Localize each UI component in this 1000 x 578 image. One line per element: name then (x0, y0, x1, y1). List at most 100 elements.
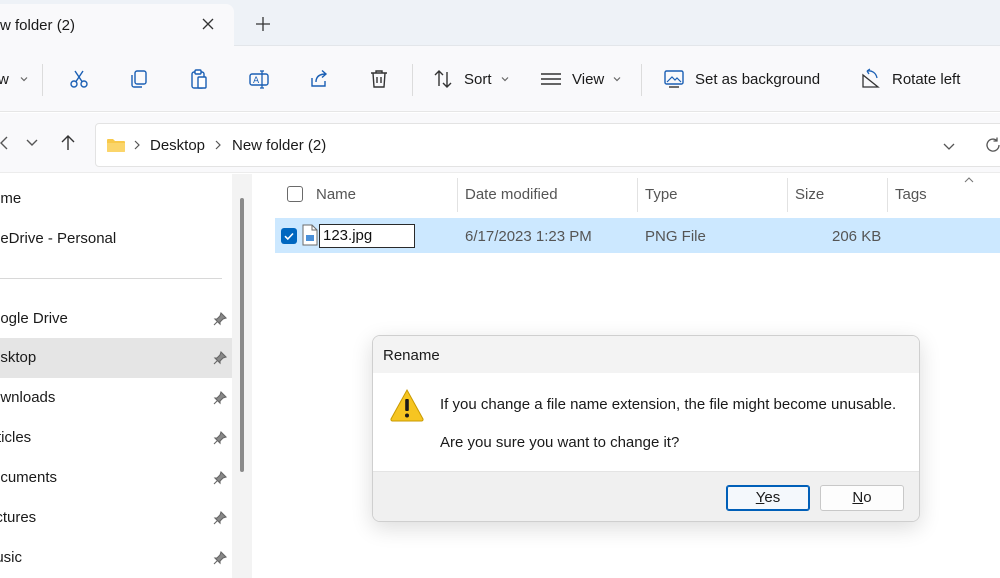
column-resize-handle[interactable] (787, 178, 788, 212)
scissors-icon (70, 70, 88, 88)
yes-button[interactable]: Yes (726, 485, 810, 511)
set-as-background-label: Set as background (695, 70, 821, 88)
chevron-down-icon (501, 77, 508, 82)
chevron-down-icon (20, 77, 28, 82)
column-header-size[interactable]: Size (795, 186, 824, 203)
sidebar-item-articles[interactable]: rticles (0, 418, 232, 458)
sidebar-scrollbar[interactable] (232, 174, 252, 578)
sidebar-item-documents[interactable]: ocuments (0, 458, 232, 498)
share-icon (311, 69, 328, 87)
copy-button[interactable] (128, 46, 150, 112)
rename-icon: A (249, 70, 269, 89)
column-header-name[interactable]: Name (316, 186, 356, 203)
select-all-checkbox[interactable] (287, 186, 303, 202)
row-checkbox[interactable] (281, 228, 297, 244)
scrollbar-thumb[interactable] (240, 198, 244, 472)
column-resize-handle[interactable] (457, 178, 458, 212)
folder-icon (107, 139, 125, 152)
rotate-left-label: Rotate left (892, 70, 961, 88)
dialog-question: Are you sure you want to change it? (440, 434, 680, 451)
arrow-up-icon[interactable] (58, 133, 78, 153)
set-as-background-button[interactable]: Set as background (663, 46, 820, 112)
file-size: 206 KB (832, 228, 882, 245)
rename-warning-dialog: Rename If you change a file name extensi… (372, 335, 920, 522)
column-resize-handle[interactable] (887, 178, 888, 212)
pin-icon[interactable] (212, 350, 228, 366)
rename-input[interactable]: 123.jpg (319, 224, 415, 248)
refresh-icon[interactable] (984, 136, 1000, 154)
new-button[interactable]: w (0, 46, 29, 112)
dialog-footer: Yes No (373, 471, 919, 521)
chevron-down-icon (613, 77, 621, 82)
sort-ascending-icon (964, 177, 974, 183)
tab-new-folder[interactable]: w folder (2) (0, 4, 234, 46)
sidebar-item-home[interactable]: ome (0, 179, 232, 219)
copy-icon (131, 70, 147, 88)
image-file-icon (302, 224, 318, 246)
tab-bar: w folder (2) (0, 0, 1000, 46)
file-date-modified: 6/17/2023 1:23 PM (465, 228, 592, 245)
sidebar-item-google-drive[interactable]: oogle Drive (0, 299, 232, 339)
sidebar-item-music[interactable]: lusic (0, 538, 232, 578)
sidebar-item-label: oogle Drive (0, 310, 68, 327)
paste-button[interactable] (188, 46, 210, 112)
delete-button[interactable] (368, 46, 390, 112)
column-header-row: Name Date modified Type Size Tags (252, 174, 1000, 216)
sidebar-divider (0, 278, 222, 279)
sidebar-item-label: ocuments (0, 469, 58, 486)
sidebar-item-label: lusic (0, 549, 23, 566)
chevron-right-icon (134, 140, 140, 150)
sort-label: Sort (464, 70, 492, 88)
no-button[interactable]: No (820, 485, 904, 511)
sidebar-item-downloads[interactable]: ownloads (0, 378, 232, 418)
view-label: View (572, 70, 605, 88)
sidebar-item-label: ome (0, 190, 22, 207)
sidebar-item-desktop[interactable]: esktop (0, 338, 232, 378)
trash-icon (371, 70, 387, 88)
pin-icon[interactable] (212, 550, 228, 566)
file-type: PNG File (645, 228, 706, 245)
rotate-left-button[interactable]: Rotate left (860, 46, 960, 112)
toolbar-divider (412, 64, 413, 96)
breadcrumb-desktop[interactable]: Desktop (150, 137, 205, 154)
dialog-title-bar[interactable]: Rename (373, 336, 919, 373)
navigation-bar: Desktop New folder (2) (0, 113, 1000, 173)
pin-icon[interactable] (212, 510, 228, 526)
dialog-message: If you change a file name extension, the… (440, 396, 897, 413)
view-button[interactable]: View (540, 46, 622, 112)
sort-button[interactable]: Sort (432, 46, 510, 112)
table-row[interactable]: 123.jpg 6/17/2023 1:23 PM PNG File 206 K… (275, 218, 1000, 253)
close-icon[interactable] (200, 16, 216, 32)
chevron-right-icon (215, 140, 221, 150)
address-bar[interactable]: Desktop New folder (2) (95, 123, 1000, 167)
toolbar-divider (42, 64, 43, 96)
sidebar-item-onedrive[interactable]: neDrive - Personal (0, 219, 232, 259)
sidebar-item-pictures[interactable]: ictures (0, 498, 232, 538)
svg-text:A: A (253, 76, 260, 86)
rename-button[interactable]: A (248, 46, 270, 112)
pin-icon[interactable] (212, 311, 228, 327)
pin-icon[interactable] (212, 430, 228, 446)
plus-icon[interactable] (255, 16, 271, 32)
sidebar-item-label: neDrive - Personal (0, 230, 117, 247)
chevron-down-icon[interactable] (22, 133, 42, 153)
cut-button[interactable] (68, 46, 90, 112)
column-header-date-modified[interactable]: Date modified (465, 186, 558, 203)
column-resize-handle[interactable] (637, 178, 638, 212)
chevron-down-icon[interactable] (941, 138, 957, 154)
share-button[interactable] (308, 46, 330, 112)
navigation-pane: ome neDrive - Personal oogle Drive eskto… (0, 174, 232, 578)
pin-icon[interactable] (212, 470, 228, 486)
column-header-tags[interactable]: Tags (895, 186, 927, 203)
chevron-left-icon[interactable] (0, 133, 14, 153)
tab-title: w folder (2) (0, 17, 76, 34)
breadcrumb-new-folder[interactable]: New folder (2) (232, 137, 326, 154)
column-header-type[interactable]: Type (645, 186, 678, 203)
pin-icon[interactable] (212, 390, 228, 406)
sort-icon (434, 70, 452, 88)
sidebar-item-label: esktop (0, 349, 37, 366)
dialog-body: If you change a file name extension, the… (373, 373, 919, 471)
new-label: w (0, 70, 9, 88)
rotate-left-icon (862, 68, 880, 88)
desktop-background-icon (664, 70, 684, 88)
